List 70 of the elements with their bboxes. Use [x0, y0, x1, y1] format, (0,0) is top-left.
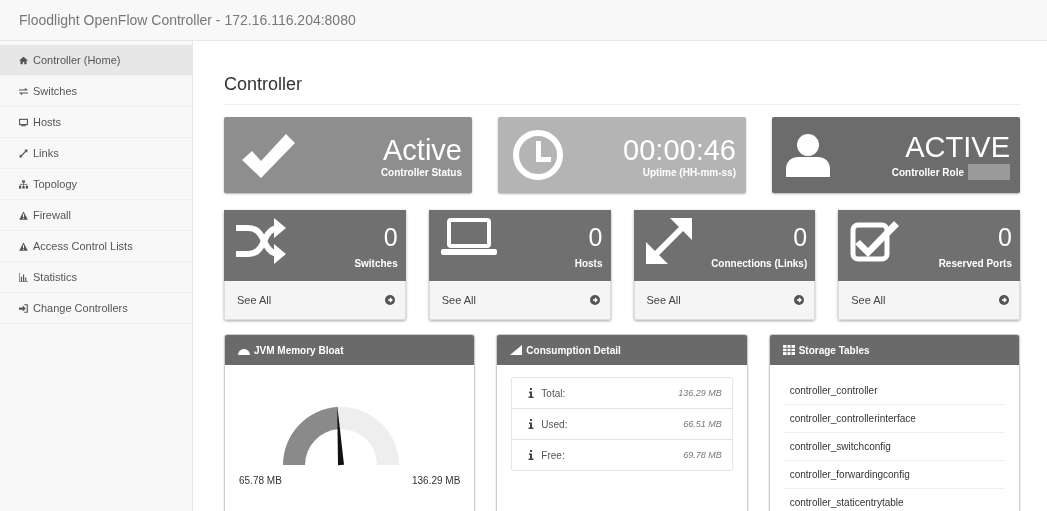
laptop-icon	[440, 218, 497, 256]
sign-in-icon	[19, 303, 28, 313]
warning-icon	[19, 241, 28, 251]
panel-title: Storage Tables	[798, 344, 870, 356]
gauge-min-label: 65.78 MB	[239, 475, 282, 486]
info-icon	[528, 419, 535, 429]
table-item[interactable]: controller_controllerinterface	[783, 405, 1005, 433]
sidebar-item[interactable]: Topology	[0, 169, 192, 200]
status-label: Uptime (HH-mm-ss)	[642, 166, 736, 178]
arrow-circle-icon	[794, 295, 805, 305]
clock-icon	[512, 129, 564, 181]
checkbox-icon	[850, 218, 901, 264]
sidebar-item[interactable]: Firewall	[0, 200, 192, 231]
home-icon	[19, 55, 28, 65]
detail-value: 136.29 MB	[678, 388, 722, 398]
sidebar-item[interactable]: Statistics	[0, 262, 192, 293]
warning-icon	[19, 210, 28, 220]
count-value: 0	[382, 222, 398, 252]
see-all-link[interactable]: See All	[838, 281, 1020, 320]
window-title: Floodlight OpenFlow Controller - 172.16.116.204:8080	[19, 12, 356, 28]
panel-title: Consumption Detail	[526, 344, 621, 356]
status-value: Active	[382, 132, 462, 167]
arrow-circle-icon	[384, 295, 395, 305]
status-value: 00:00:46	[623, 132, 736, 167]
sidebar-item[interactable]: Change Controllers	[0, 293, 192, 324]
see-all-link[interactable]: See All	[428, 281, 611, 320]
table-item[interactable]: controller_staticentrytable	[783, 489, 1005, 511]
detail-label: Used:	[541, 418, 568, 430]
signal-bars-icon	[510, 345, 523, 355]
gauge-max-label: 136.29 MB	[411, 475, 461, 486]
shuffle-icon	[236, 218, 286, 264]
see-all-link[interactable]: See All	[224, 281, 406, 320]
status-label: Controller Role	[891, 166, 964, 178]
redaction-block	[968, 164, 1010, 180]
switch-arrows-icon	[19, 86, 28, 96]
count-label: Connections (Links)	[711, 258, 808, 269]
count-label: Switches	[354, 258, 398, 269]
diagonal-arrows-icon	[645, 218, 692, 264]
table-item[interactable]: controller_switchconfig	[783, 433, 1005, 461]
table-icon	[782, 345, 795, 355]
arrow-circle-icon	[999, 295, 1009, 305]
see-all-link[interactable]: See All	[633, 281, 816, 320]
arrow-circle-icon	[589, 295, 600, 305]
table-item[interactable]: controller_controller	[783, 377, 1005, 405]
count-value: 0	[587, 222, 603, 252]
detail-label: Total:	[541, 387, 566, 399]
user-icon	[786, 133, 830, 177]
info-icon	[528, 388, 535, 398]
detail-label: Free:	[541, 449, 565, 461]
status-label: Controller Status	[380, 166, 462, 178]
count-label: Reserved Ports	[938, 258, 1012, 269]
detail-value: 69.78 MB	[683, 450, 722, 460]
link-arrow-icon	[19, 148, 28, 158]
panel-title: JVM Memory Bloat	[254, 344, 344, 356]
sitemap-icon	[19, 179, 28, 189]
status-value: ACTIVE	[904, 130, 1010, 164]
sidebar-item[interactable]: Hosts	[0, 107, 192, 138]
monitor-icon	[19, 117, 28, 127]
page-title: Controller	[224, 74, 304, 95]
sidebar-item[interactable]: Links	[0, 138, 192, 169]
sidebar-item[interactable]: Access Control Lists	[0, 231, 192, 262]
info-icon	[528, 450, 535, 460]
sidebar-item[interactable]: Switches	[0, 76, 192, 107]
bar-chart-icon	[19, 272, 28, 282]
count-value: 0	[792, 222, 808, 252]
detail-value: 66.51 MB	[683, 419, 722, 429]
count-label: Hosts	[574, 258, 603, 269]
count-value: 0	[997, 222, 1012, 252]
table-item[interactable]: controller_forwardingconfig	[783, 461, 1005, 489]
sidebar-item[interactable]: Controller (Home)	[0, 45, 192, 76]
